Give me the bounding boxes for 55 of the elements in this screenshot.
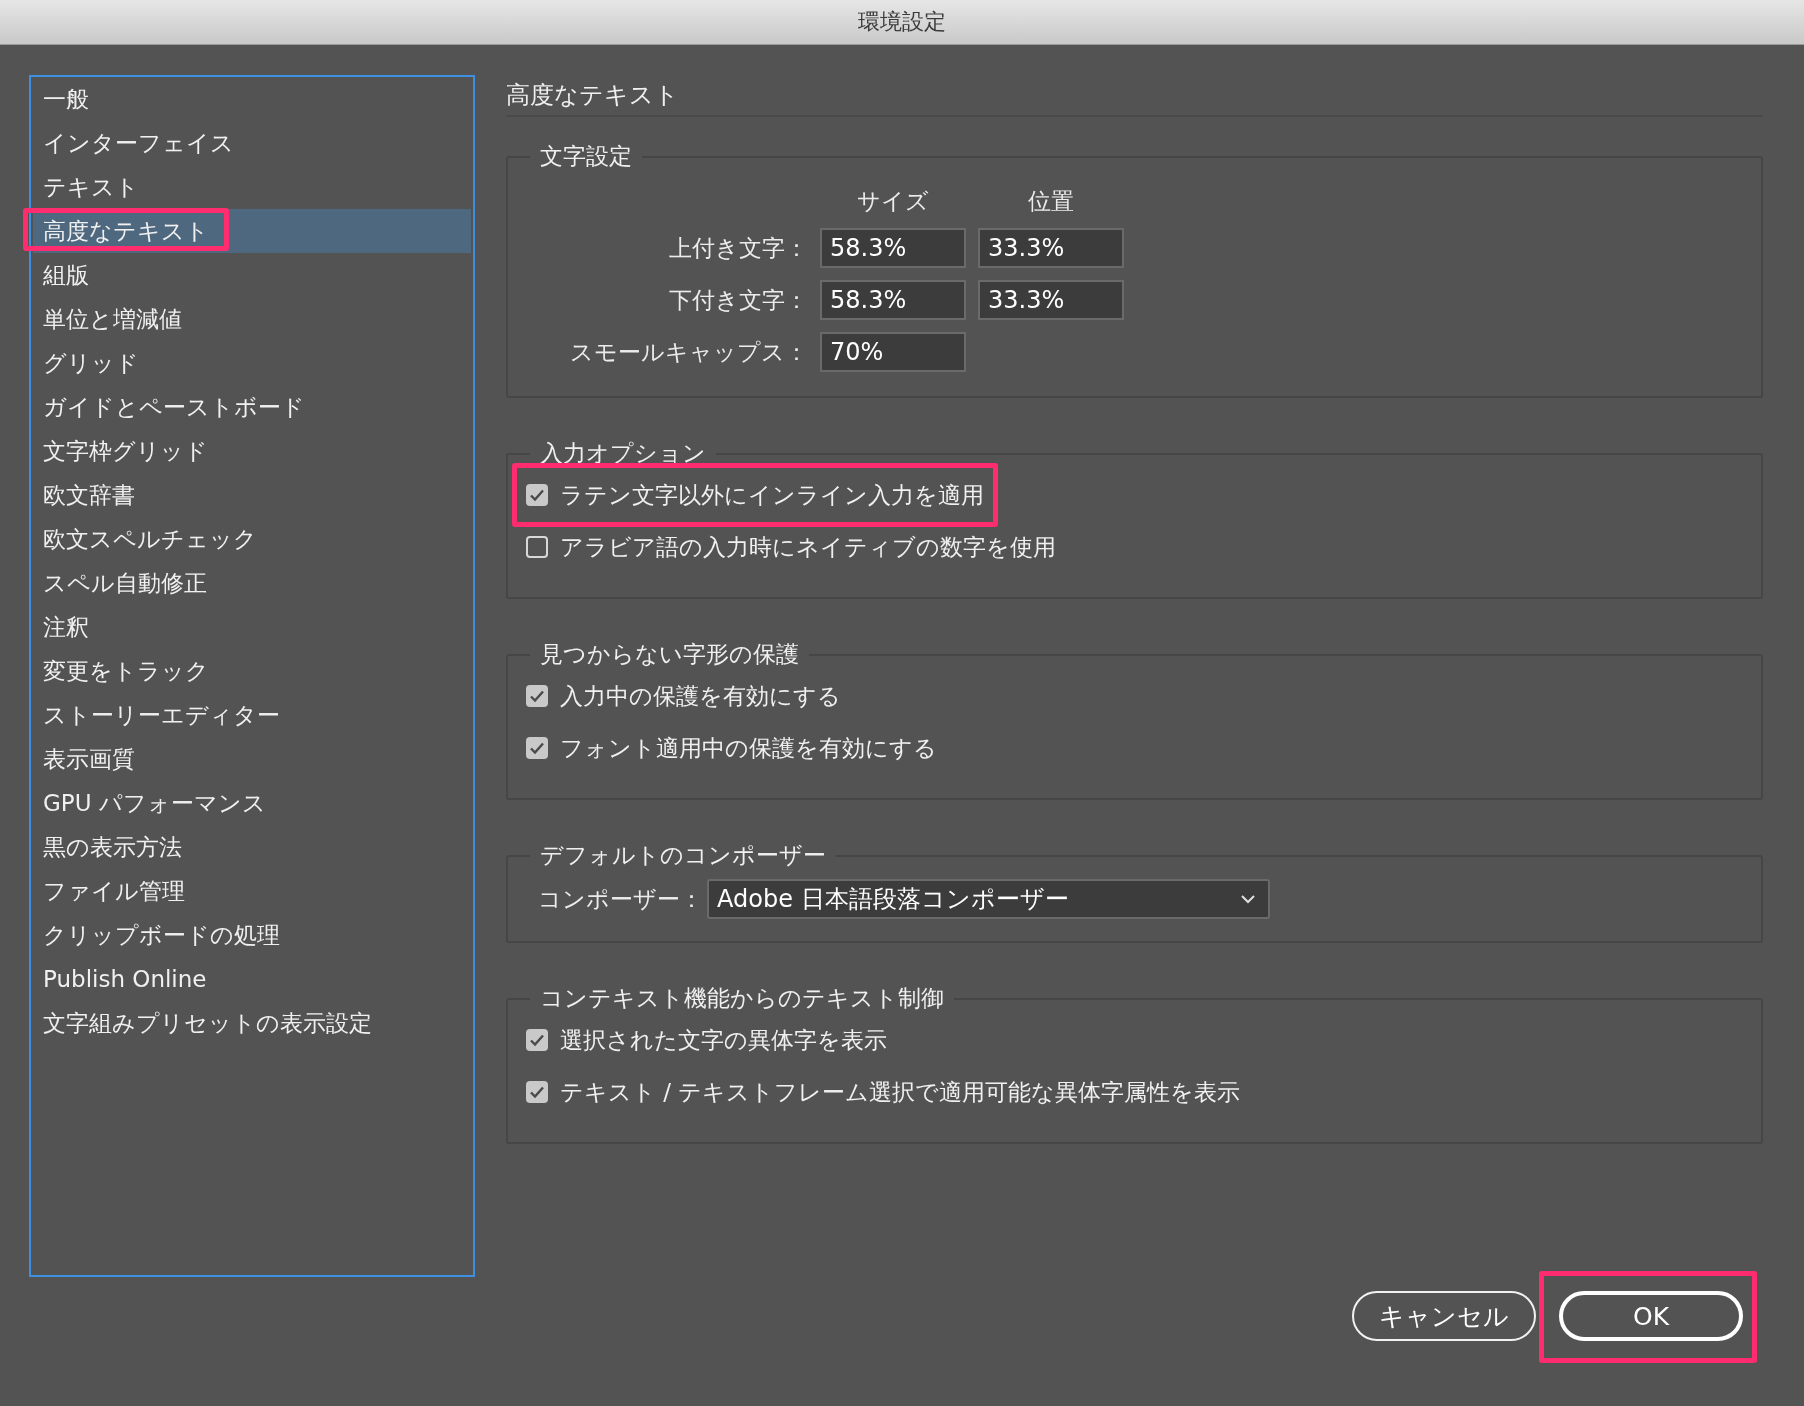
checkbox-label: フォント適用中の保護を有効にする [560,733,937,763]
input-field[interactable]: 70% [820,332,966,372]
checkbox[interactable] [526,685,548,707]
ok-button[interactable]: OK [1559,1291,1743,1341]
sidebar-item[interactable]: 文字組みプリセットの表示設定 [33,1001,471,1045]
group-title: デフォルトのコンポーザー [539,841,827,870]
sidebar-item[interactable]: テキスト [33,165,471,209]
input-field[interactable]: 58.3% [820,228,966,268]
checkbox-label: ラテン文字以外にインライン入力を適用 [560,480,984,510]
window-title: 環境設定 [858,8,946,36]
sidebar-item[interactable]: ファイル管理 [33,869,471,913]
checkbox[interactable] [526,737,548,759]
group-title: 見つからない字形の保護 [539,640,800,669]
column-header: 位置 [1027,187,1075,216]
sidebar-item[interactable]: GPU パフォーマンス [33,781,471,825]
checkbox-label: 選択された文字の異体字を表示 [560,1025,887,1055]
sidebar-item[interactable]: 変更をトラック [33,649,471,693]
sidebar-item[interactable]: 表示画質 [33,737,471,781]
checkbox[interactable] [526,1029,548,1051]
group-title: 入力オプション [539,439,707,468]
sidebar-item[interactable]: インターフェイス [33,121,471,165]
checkbox[interactable] [526,1081,548,1103]
column-header: サイズ [856,187,930,216]
cancel-button[interactable]: キャンセル [1352,1291,1536,1341]
sidebar-item[interactable]: 単位と増減値 [33,297,471,341]
sidebar-item[interactable]: クリップボードの処理 [33,913,471,957]
sidebar-item[interactable]: 一般 [33,77,471,121]
checkbox[interactable] [526,536,548,558]
chevron-down-icon [1240,894,1256,904]
sidebar-item[interactable]: スペル自動修正 [33,561,471,605]
checkbox-label: 入力中の保護を有効にする [560,681,841,711]
sidebar-item[interactable]: 欧文スペルチェック [33,517,471,561]
sidebar-item[interactable]: グリッド [33,341,471,385]
input-field[interactable]: 33.3% [978,228,1124,268]
field-label: スモールキャップス： [569,337,808,367]
input-field[interactable]: 58.3% [820,280,966,320]
sidebar-item[interactable]: 欧文辞書 [33,473,471,517]
field-label: 下付き文字： [668,285,808,315]
panel-title: 高度なテキスト [506,80,680,111]
sidebar-item[interactable]: ストーリーエディター [33,693,471,737]
field-label: 上付き文字： [668,233,808,263]
dropdown[interactable]: Adobe 日本語段落コンポーザー [707,879,1270,919]
checkbox-label: テキスト / テキストフレーム選択で適用可能な異体字属性を表示 [560,1077,1241,1107]
sidebar-item[interactable]: ガイドとペーストボード [33,385,471,429]
sidebar-item[interactable]: 組版 [33,253,471,297]
sidebar-item[interactable]: 注釈 [33,605,471,649]
sidebar-item[interactable]: 文字枠グリッド [33,429,471,473]
checkbox-label: アラビア語の入力時にネイティブの数字を使用 [560,532,1056,562]
checkbox[interactable] [526,484,548,506]
group-title: コンテキスト機能からのテキスト制御 [539,984,945,1013]
sidebar-item[interactable]: 黒の表示方法 [33,825,471,869]
group-title: 文字設定 [539,142,633,171]
input-field[interactable]: 33.3% [978,280,1124,320]
sidebar-item[interactable]: Publish Online [33,957,471,1001]
field-label: コンポーザー： [538,884,703,914]
